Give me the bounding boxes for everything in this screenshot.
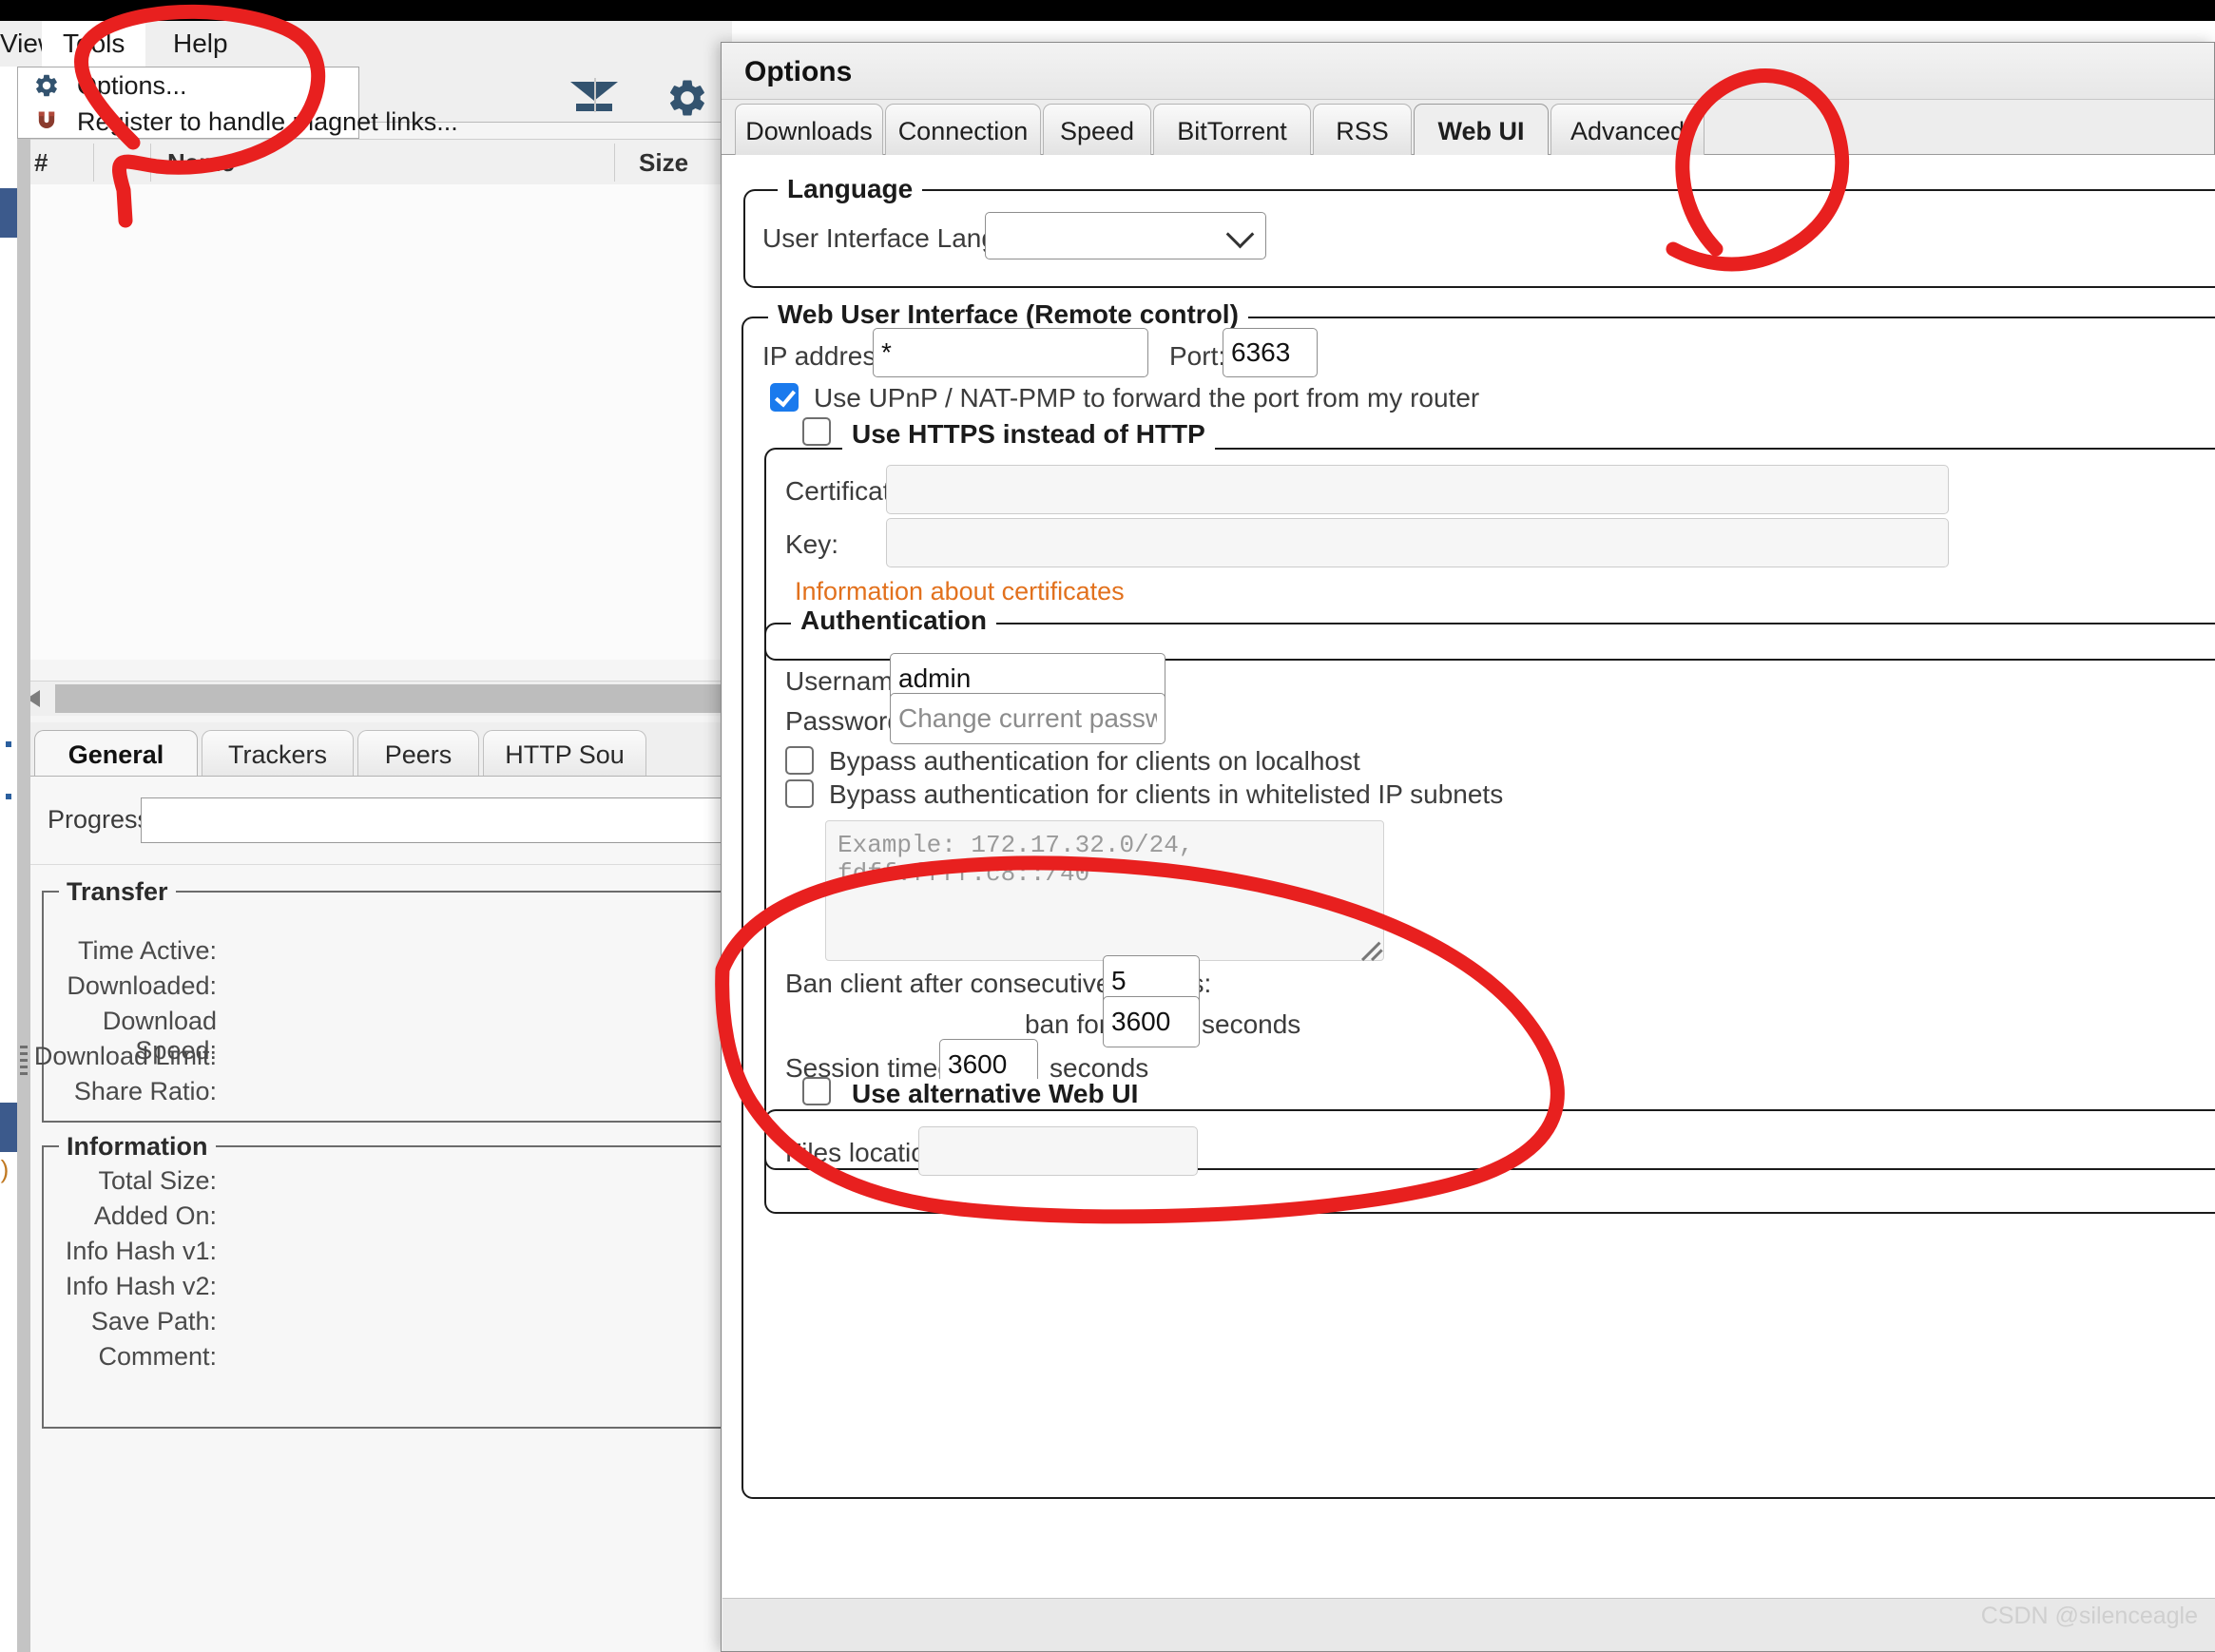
tab-trackers[interactable]: Trackers (202, 730, 354, 778)
upnp-checkbox[interactable] (770, 383, 799, 412)
torrent-list-header: # Name Size (17, 139, 732, 186)
ban-for-label: ban for: (1025, 1009, 1115, 1040)
tab-web-ui[interactable]: Web UI (1414, 104, 1549, 157)
information-title: Information (59, 1132, 216, 1162)
information-row-label: Total Size: (17, 1166, 217, 1196)
language-title: Language (778, 174, 922, 204)
dialog-title: Options (744, 56, 852, 88)
dialog-tab-strip: Downloads Connection Speed BitTorrent RS… (722, 100, 2214, 155)
key-input[interactable] (886, 518, 1949, 567)
transfer-row-label: Downloaded: (17, 971, 217, 1001)
bypass-subnets-label[interactable]: Bypass authentication for clients in whi… (829, 779, 1503, 810)
gear-icon[interactable] (665, 76, 709, 125)
menu-item-label: Register to handle magnet links... (77, 107, 458, 136)
web-user-interface-title: Web User Interface (Remote control) (768, 299, 1248, 330)
transfer-title: Transfer (59, 877, 176, 907)
column-name[interactable]: Name (167, 140, 235, 185)
bypass-subnets-checkbox[interactable] (785, 779, 814, 808)
options-dialog: Options Downloads Connection Speed BitTo… (721, 42, 2215, 1652)
use-https-title[interactable]: Use HTTPS instead of HTTP (842, 419, 1215, 450)
left-rail: )) (0, 67, 17, 1652)
splitter-grip[interactable] (20, 1046, 28, 1078)
tab-advanced[interactable]: Advanced (1550, 104, 1705, 157)
tab-peers[interactable]: Peers (357, 730, 479, 778)
progress-bar (141, 797, 732, 843)
rail-selection[interactable] (0, 188, 17, 238)
port-label: Port: (1169, 341, 1225, 372)
authentication-title: Authentication (791, 605, 996, 636)
transfer-row-label: Download Limit: (17, 1042, 217, 1071)
column-divider[interactable] (93, 144, 94, 182)
tab-downloads[interactable]: Downloads (735, 104, 883, 157)
magnet-icon (33, 108, 60, 144)
rail-dot (6, 741, 11, 747)
dialog-titlebar: Options (722, 43, 2214, 100)
scrollbar-thumb[interactable] (55, 684, 732, 713)
column-divider[interactable] (614, 144, 615, 182)
torrent-list-hscrollbar[interactable] (17, 681, 732, 716)
ui-language-select[interactable] (985, 212, 1266, 259)
ip-address-input[interactable] (873, 328, 1148, 377)
key-label: Key: (785, 529, 838, 560)
port-input[interactable] (1223, 328, 1318, 377)
menu-item-options[interactable]: Options... (18, 67, 358, 104)
use-alternative-webui-checkbox[interactable] (802, 1077, 831, 1105)
menu-item-register-magnet[interactable]: Register to handle magnet links... (18, 104, 358, 140)
ban-for-unit-label: seconds (1202, 1009, 1300, 1040)
column-divider[interactable] (150, 144, 151, 182)
detail-tab-strip: General Trackers Peers HTTP Sou (17, 722, 732, 778)
information-row-label: Info Hash v1: (17, 1237, 217, 1266)
certificates-info-link[interactable]: Information about certificates (795, 577, 1125, 606)
tab-http-sources[interactable]: HTTP Sou (483, 730, 646, 778)
transfer-row-label: Share Ratio: (17, 1077, 217, 1106)
information-row-label: Comment: (17, 1342, 217, 1372)
rail-truncated-text: )) (0, 1155, 9, 1184)
certificate-input[interactable] (886, 465, 1949, 514)
tools-dropdown-menu[interactable]: Options... Register to handle magnet lin… (17, 67, 359, 139)
column-size[interactable]: Size (639, 140, 688, 185)
use-alternative-webui-title[interactable]: Use alternative Web UI (842, 1079, 1147, 1109)
use-https-checkbox[interactable] (802, 417, 831, 446)
detail-panel: Progress: Transfer Time Active: Download… (17, 776, 732, 1652)
progress-row: Progress: (32, 797, 732, 845)
rail-dot (6, 794, 11, 799)
qbittorrent-main-window: View Tools Help # Name Size General Trac… (0, 0, 732, 1652)
menu-tools[interactable]: Tools (42, 21, 145, 67)
information-row-label: Save Path: (17, 1307, 217, 1336)
transfer-row-label: Time Active: (17, 936, 217, 966)
dialog-content: Language User Interface Language: Web Us… (722, 155, 2215, 1600)
password-input[interactable] (890, 693, 1165, 744)
tab-speed[interactable]: Speed (1043, 104, 1151, 157)
information-row-label: Added On: (17, 1201, 217, 1231)
whitelisted-subnets-textarea[interactable] (825, 820, 1384, 961)
torrent-list-body[interactable] (17, 184, 732, 660)
information-row-label: Info Hash v2: (17, 1272, 217, 1301)
watermark: CSDN @silenceagle (1981, 1603, 2198, 1630)
files-location-input[interactable] (918, 1126, 1198, 1176)
divider (27, 864, 732, 865)
tab-general[interactable]: General (34, 730, 198, 778)
top-black-strip (0, 0, 2215, 21)
tab-bittorrent[interactable]: BitTorrent (1153, 104, 1311, 157)
tab-rss[interactable]: RSS (1313, 104, 1412, 157)
menu-help[interactable]: Help (152, 21, 249, 67)
vertical-splitter[interactable] (17, 122, 30, 1652)
upnp-label[interactable]: Use UPnP / NAT-PMP to forward the port f… (814, 383, 1479, 413)
bypass-localhost-label[interactable]: Bypass authentication for clients on loc… (829, 746, 1360, 777)
rail-selection[interactable] (0, 1103, 17, 1152)
menu-item-label: Options... (77, 71, 187, 100)
column-index[interactable]: # (34, 140, 48, 185)
tab-connection[interactable]: Connection (885, 104, 1041, 157)
chevron-down-icon (1226, 221, 1255, 249)
toolbar-separator (594, 78, 596, 112)
menu-bar: View Tools Help (0, 21, 732, 67)
bypass-localhost-checkbox[interactable] (785, 746, 814, 775)
ban-for-input[interactable] (1103, 996, 1200, 1047)
